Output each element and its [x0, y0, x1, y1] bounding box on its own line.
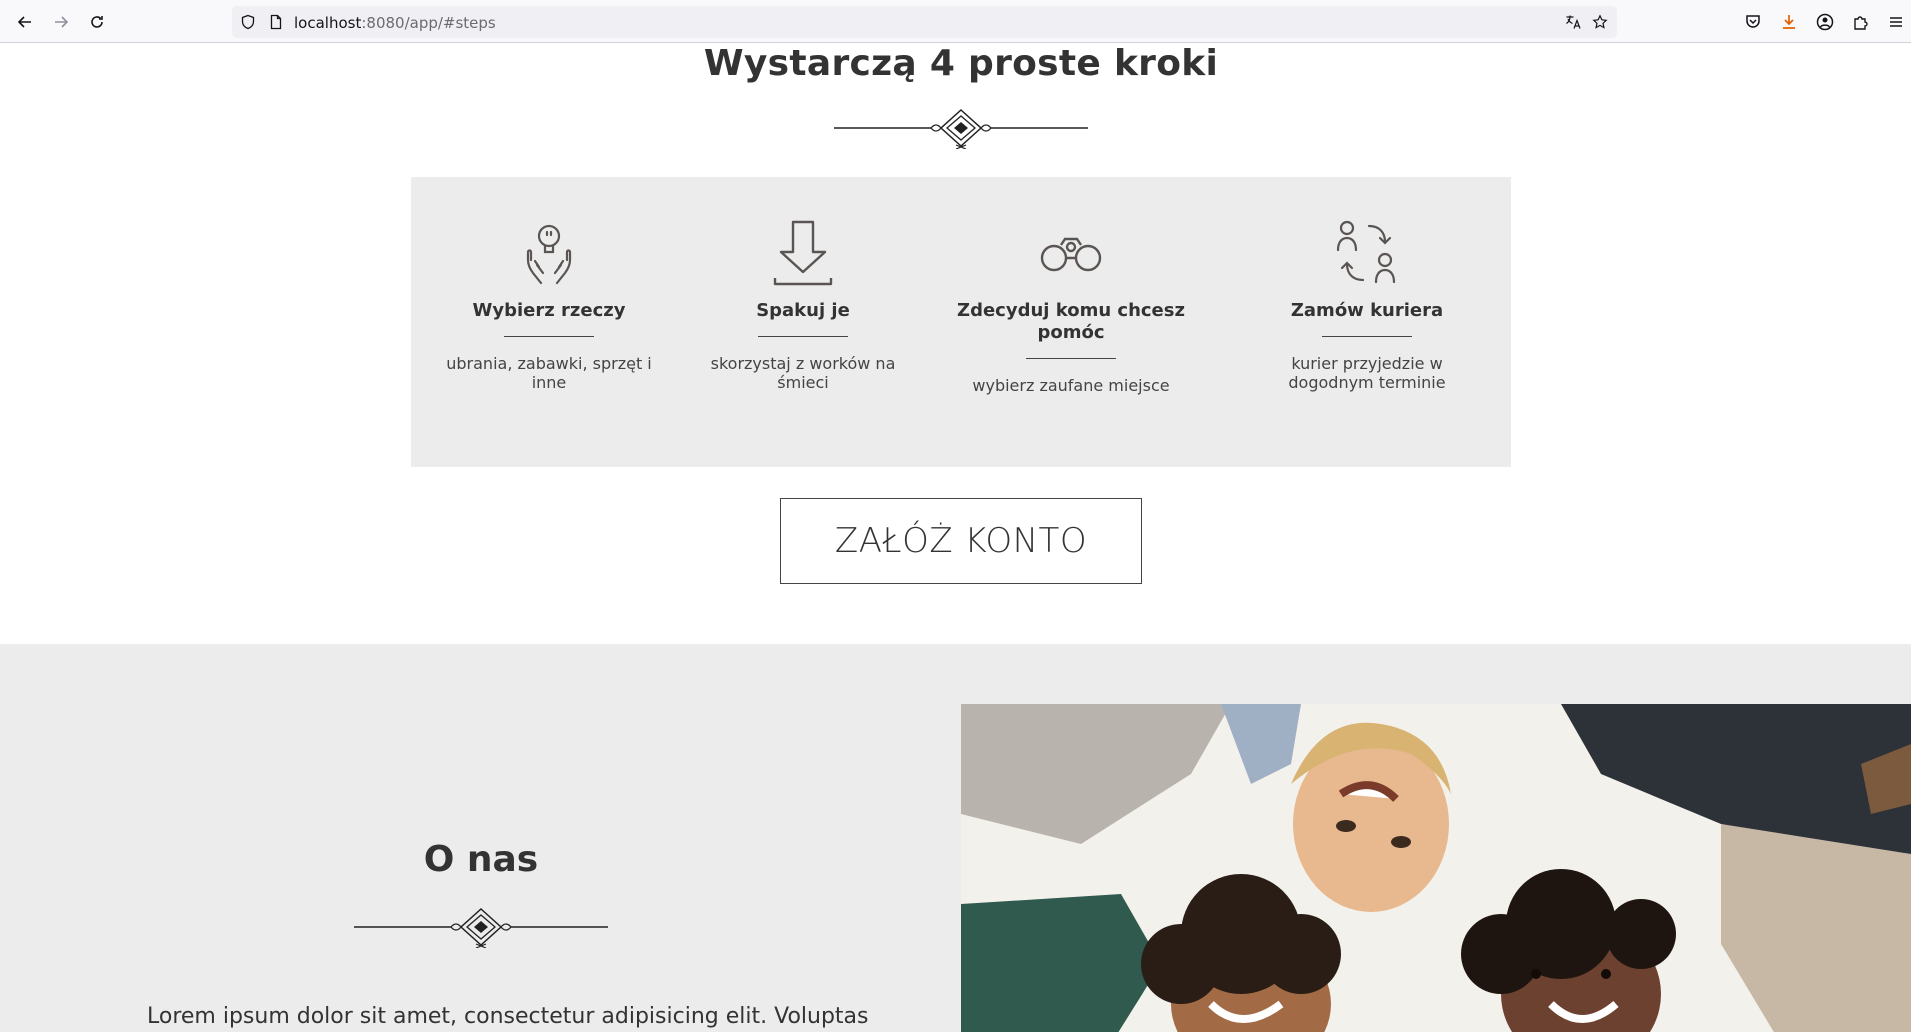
browser-toolbar: localhost:8080/app/#steps: [0, 0, 1911, 43]
back-arrow-icon: [17, 16, 31, 28]
about-section: O nas Lorem ipsum dolor sit amet, consec…: [0, 644, 1911, 1032]
step-separator: [504, 336, 594, 337]
url-bar[interactable]: localhost:8080/app/#steps: [232, 6, 1617, 38]
forward-button[interactable]: [47, 8, 75, 36]
team-photo: [961, 704, 1911, 1032]
pocket-icon[interactable]: [1743, 12, 1763, 32]
about-title: O nas: [423, 839, 539, 880]
decorative-divider-icon: [354, 907, 608, 948]
team-photo-image: [961, 704, 1911, 1032]
step-title: Zdecyduj komu chcesz pomóc: [957, 300, 1185, 343]
url-path: :8080/app/#steps: [361, 14, 496, 32]
create-account-button[interactable]: ZAŁÓŻ KONTO: [780, 498, 1142, 584]
binoculars-icon: [1040, 237, 1102, 272]
url-text[interactable]: localhost:8080/app/#steps: [294, 14, 496, 32]
step-card-3: Zdecyduj komu chcesz pomóc wybierz zaufa…: [941, 219, 1201, 395]
step-card-4: Zamów kuriera kurier przyjedzie w dogodn…: [1237, 219, 1497, 392]
bookmark-star-icon[interactable]: [1592, 14, 1608, 30]
step-title: Spakuj je: [756, 300, 850, 321]
step-description: wybierz zaufane miejsce: [972, 376, 1170, 395]
download-icon[interactable]: [1779, 12, 1799, 32]
step-title: Zamów kuriera: [1290, 300, 1444, 321]
forward-arrow-icon: [55, 16, 69, 28]
step-separator: [1322, 336, 1412, 337]
url-host: localhost: [294, 14, 362, 32]
step-description: skorzystaj z worków na śmieci: [710, 354, 896, 392]
back-button[interactable]: [11, 8, 39, 36]
hands-bulb-icon: [526, 224, 572, 285]
step-description: ubrania, zabawki, sprzęt i inne: [446, 354, 652, 392]
step-description: kurier przyjedzie w dogodnym terminie: [1288, 354, 1446, 392]
page-content: Wystarczą 4 proste kroki Wybierz rzeczy …: [0, 43, 1911, 1032]
decorative-divider-icon: [834, 108, 1088, 149]
extensions-icon[interactable]: [1851, 12, 1871, 32]
reload-icon: [91, 16, 103, 28]
down-arrow-icon: [773, 220, 833, 286]
step-title: Wybierz rzeczy: [472, 300, 626, 321]
step-card-2: Spakuj je skorzystaj z worków na śmieci: [673, 219, 933, 392]
page-icon[interactable]: [268, 14, 284, 30]
steps-title: Wystarczą 4 proste kroki: [703, 43, 1219, 84]
shield-icon[interactable]: [240, 14, 256, 30]
about-text: Lorem ipsum dolor sit amet, consectetur …: [147, 1004, 869, 1029]
account-icon[interactable]: [1815, 12, 1835, 32]
step-card-1: Wybierz rzeczy ubrania, zabawki, sprzęt …: [419, 219, 679, 392]
menu-icon[interactable]: [1886, 12, 1906, 32]
step-separator: [758, 336, 848, 337]
step-separator: [1026, 358, 1116, 359]
translate-icon[interactable]: [1565, 14, 1581, 30]
steps-panel: Wybierz rzeczy ubrania, zabawki, sprzęt …: [411, 177, 1511, 467]
people-exchange-icon: [1336, 220, 1396, 284]
reload-button[interactable]: [83, 8, 111, 36]
